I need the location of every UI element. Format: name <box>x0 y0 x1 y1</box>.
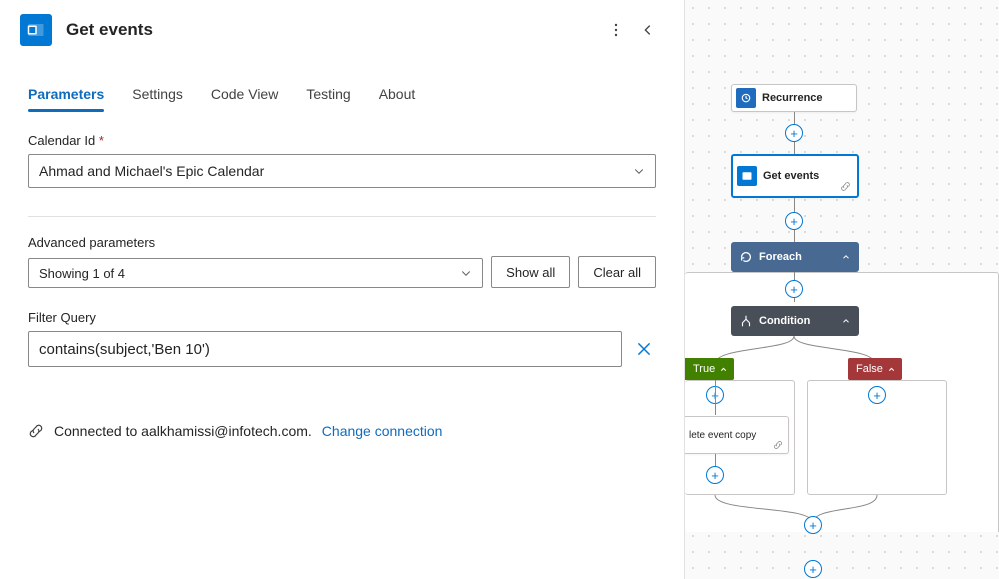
collapse-panel-button[interactable] <box>632 14 664 46</box>
chevron-up-icon <box>887 365 896 374</box>
divider <box>28 216 656 217</box>
connection-text: Connected to aalkhamissi@infotech.com. <box>54 423 312 439</box>
badge-label: True <box>693 363 715 375</box>
tab-bar: Parameters Settings Code View Testing Ab… <box>0 80 684 113</box>
node-delete-event-copy[interactable]: lete event copy <box>685 416 789 454</box>
change-connection-link[interactable]: Change connection <box>322 423 443 439</box>
outlook-icon <box>20 14 52 46</box>
flow-canvas[interactable]: Recurrence + Get events + Foreach + Cond… <box>685 0 999 579</box>
required-marker: * <box>99 133 104 148</box>
clear-all-button[interactable]: Clear all <box>578 256 656 288</box>
add-step-button[interactable]: + <box>785 124 803 142</box>
label-text: Calendar Id <box>28 133 95 148</box>
node-get-events[interactable]: Get events <box>731 154 859 198</box>
panel-title: Get events <box>66 20 600 40</box>
more-options-button[interactable] <box>600 14 632 46</box>
panel-header: Get events <box>0 0 684 60</box>
clear-filter-button[interactable] <box>632 337 656 361</box>
add-step-button[interactable]: + <box>868 386 886 404</box>
node-condition[interactable]: Condition <box>731 306 859 336</box>
link-icon <box>28 423 44 439</box>
badge-label: False <box>856 363 883 375</box>
filter-query-row <box>28 331 656 367</box>
branch-false-badge[interactable]: False <box>848 358 902 380</box>
chevron-up-icon <box>719 365 728 374</box>
advanced-params-select-wrap: Showing 1 of 4 <box>28 258 483 288</box>
recurrence-icon <box>736 88 756 108</box>
chevron-down-icon <box>460 267 472 279</box>
link-icon <box>840 181 851 192</box>
node-label: lete event copy <box>685 430 756 441</box>
calendar-id-value: Ahmad and Michael's Epic Calendar <box>39 163 264 179</box>
node-label: Foreach <box>759 251 802 263</box>
add-step-button[interactable]: + <box>804 560 822 578</box>
advanced-params-label: Advanced parameters <box>28 235 656 250</box>
link-icon <box>773 440 783 450</box>
add-step-button[interactable]: + <box>785 280 803 298</box>
tab-settings[interactable]: Settings <box>132 80 183 112</box>
chevron-up-icon[interactable] <box>841 316 851 326</box>
merge-connector <box>685 495 965 525</box>
branch-true-badge[interactable]: True <box>685 358 734 380</box>
chevron-down-icon <box>633 165 645 177</box>
action-config-panel: Get events Parameters Settings Code View… <box>0 0 685 579</box>
loop-icon <box>739 250 753 264</box>
filter-query-input[interactable] <box>28 331 622 367</box>
connection-row: Connected to aalkhamissi@infotech.com. C… <box>28 423 656 439</box>
advanced-params-select[interactable]: Showing 1 of 4 <box>28 258 483 288</box>
node-recurrence[interactable]: Recurrence <box>731 84 857 112</box>
advanced-params-row: Showing 1 of 4 Show all Clear all <box>28 256 656 288</box>
node-foreach[interactable]: Foreach <box>731 242 859 272</box>
node-label: Recurrence <box>762 92 823 104</box>
advanced-params-value: Showing 1 of 4 <box>39 266 125 281</box>
add-step-button[interactable]: + <box>804 516 822 534</box>
calendar-id-label: Calendar Id * <box>28 133 656 148</box>
tab-parameters[interactable]: Parameters <box>28 80 104 112</box>
node-label: Get events <box>763 170 819 182</box>
filter-query-label: Filter Query <box>28 310 656 325</box>
calendar-id-select[interactable]: Ahmad and Michael's Epic Calendar <box>28 154 656 188</box>
tab-code-view[interactable]: Code View <box>211 80 278 112</box>
add-step-button[interactable]: + <box>706 466 724 484</box>
outlook-icon <box>737 166 757 186</box>
flow-edge <box>715 380 716 415</box>
tab-about[interactable]: About <box>379 80 416 112</box>
add-step-button[interactable]: + <box>785 212 803 230</box>
tab-testing[interactable]: Testing <box>306 80 350 112</box>
condition-icon <box>739 314 753 328</box>
show-all-button[interactable]: Show all <box>491 256 570 288</box>
chevron-up-icon[interactable] <box>841 252 851 262</box>
panel-body: Calendar Id * Ahmad and Michael's Epic C… <box>0 113 684 459</box>
node-label: Condition <box>759 315 810 327</box>
